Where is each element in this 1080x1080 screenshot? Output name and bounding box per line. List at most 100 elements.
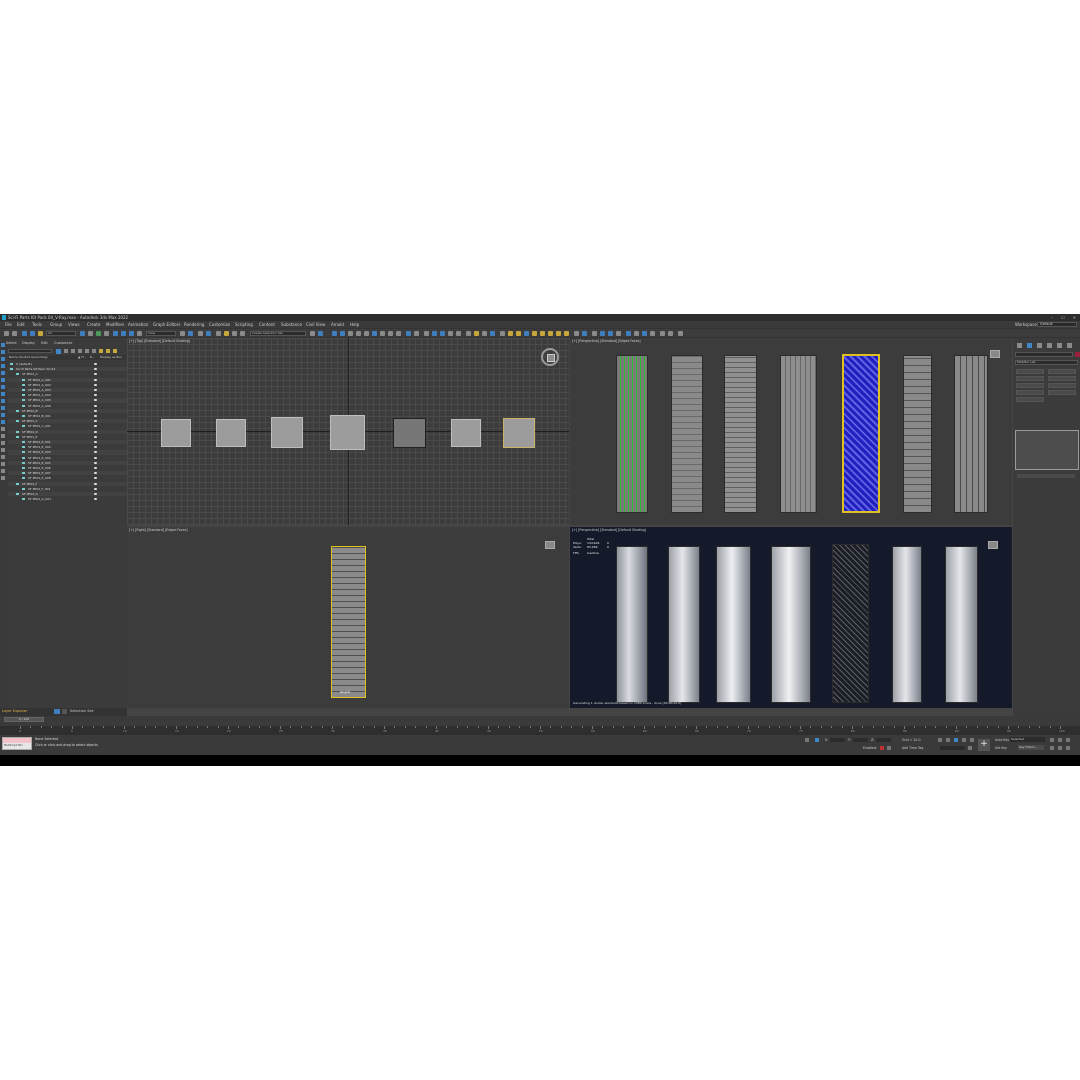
vray-interactive-icon[interactable] <box>440 331 445 336</box>
part-top-a[interactable] <box>161 419 191 447</box>
visibility-eye-icon[interactable] <box>10 368 13 371</box>
tab-edit[interactable]: Edit <box>41 341 48 345</box>
selection-filter-dropdown[interactable]: All <box>46 331 76 336</box>
modifier-button-9[interactable] <box>1016 397 1044 402</box>
viewport-right[interactable]: [+] [Right] [Standard] [Edged Faces] [Ri… <box>127 527 569 708</box>
sort-layers-icon[interactable] <box>64 349 68 353</box>
key-filters-button[interactable]: Key Filters... <box>1018 745 1044 750</box>
render-toggle-icon[interactable] <box>94 404 97 407</box>
display-xrefs-icon[interactable] <box>1 413 5 417</box>
visibility-eye-icon[interactable] <box>16 420 19 423</box>
viewcube-icon[interactable] <box>990 350 1000 358</box>
select-move-icon[interactable] <box>113 331 118 336</box>
time-slider[interactable]: 0 / 100 <box>4 717 44 722</box>
workspaces-dropdown[interactable]: Default <box>1037 322 1077 327</box>
select-manipulate-icon[interactable] <box>188 331 193 336</box>
tree-row[interactable]: SF PP04_E_002 <box>8 445 132 449</box>
key-mode-dropdown[interactable]: Selected <box>1010 737 1045 742</box>
render-in-cloud-icon[interactable] <box>406 331 411 336</box>
visibility-eye-icon[interactable] <box>22 472 25 475</box>
redo-icon[interactable] <box>12 331 17 336</box>
modify-tab-icon[interactable] <box>1027 343 1032 348</box>
tree-row[interactable]: SF PP04_F_001 <box>8 487 132 491</box>
object-name-field[interactable] <box>1015 352 1073 357</box>
previous-frame-icon[interactable] <box>946 738 950 742</box>
vray-denoiser-icon[interactable] <box>642 331 647 336</box>
undo-icon[interactable] <box>4 331 9 336</box>
menu-arnold[interactable]: Arnold <box>331 322 344 327</box>
viewport-top[interactable]: [+] [Top] [Standard] [Default Shading] <box>127 338 569 525</box>
x-coord-field[interactable] <box>830 738 845 742</box>
z-coord-field[interactable] <box>876 738 891 742</box>
pillar-shaded-3[interactable] <box>716 546 751 703</box>
hide-icon[interactable] <box>113 349 117 353</box>
menu-edit[interactable]: Edit <box>17 322 25 327</box>
pillar-3[interactable] <box>724 355 757 513</box>
viewport-perspective-shaded[interactable]: [+] [Perspective] [Standard] [Default Sh… <box>570 527 1012 708</box>
invert-selection-icon[interactable] <box>1 357 5 361</box>
unlink-icon[interactable] <box>30 331 35 336</box>
render-toggle-icon[interactable] <box>94 461 97 464</box>
viewport-label[interactable]: [+] [Perspective] [Standard] [Default Sh… <box>572 528 646 532</box>
tree-row[interactable]: SF PP04_E_008 <box>8 476 132 480</box>
pin-icon[interactable] <box>62 709 67 714</box>
tab-select[interactable]: Select <box>6 341 17 345</box>
vray-mesh-export-icon[interactable] <box>516 331 521 336</box>
current-frame-field[interactable] <box>940 746 965 750</box>
lock-cell-editing-icon[interactable] <box>1 469 5 473</box>
vray-proxy-icon[interactable] <box>482 331 487 336</box>
visibility-eye-icon[interactable] <box>10 363 13 365</box>
motion-tab-icon[interactable] <box>1047 343 1052 348</box>
modifier-button-2[interactable] <box>1048 369 1076 374</box>
pillar-right-view-selected[interactable] <box>331 546 366 698</box>
menu-create[interactable]: Create <box>87 322 100 327</box>
stack-controls[interactable] <box>1017 474 1075 478</box>
tree-row[interactable]: SF PP04_C <box>8 419 132 424</box>
menu-file[interactable]: File <box>5 322 12 327</box>
menu-scripting[interactable]: Scripting <box>235 322 253 327</box>
render-toggle-icon[interactable] <box>94 456 97 459</box>
keyboard-shortcut-icon[interactable] <box>198 331 203 336</box>
filter-icon[interactable] <box>1 476 5 480</box>
vray-volume-grid-icon[interactable] <box>600 331 605 336</box>
pillar-wire-blue-selected[interactable] <box>842 354 880 513</box>
pillar-shaded-1[interactable] <box>616 546 648 703</box>
menu-views[interactable]: Views <box>68 322 80 327</box>
freeze-icon[interactable] <box>99 349 103 353</box>
render-toggle-icon[interactable] <box>94 389 97 391</box>
visibility-eye-icon[interactable] <box>22 451 25 454</box>
display-tab-icon[interactable] <box>1057 343 1062 348</box>
unfreeze-icon[interactable] <box>106 349 110 353</box>
render-toggle-icon[interactable] <box>94 415 97 417</box>
edit-named-selection-icon[interactable] <box>240 331 245 336</box>
y-coord-field[interactable] <box>853 738 868 742</box>
toolbar-options-icon[interactable] <box>678 331 683 336</box>
menu-group[interactable]: Group <box>50 322 62 327</box>
render-toggle-icon[interactable] <box>94 399 97 402</box>
visibility-eye-icon[interactable] <box>16 430 19 433</box>
tree-row[interactable]: SF PP04_G_001 <box>8 497 132 501</box>
viewport-perspective-edged[interactable]: [+] [Perspective] [Standard] [Edged Face… <box>570 338 1012 525</box>
go-to-start-icon[interactable] <box>938 738 942 742</box>
pillar-shaded-5[interactable] <box>832 544 869 703</box>
render-toggle-icon[interactable] <box>94 498 97 501</box>
vray-enmesh-icon[interactable] <box>608 331 613 336</box>
placement-icon[interactable] <box>137 331 142 336</box>
menu-customize[interactable]: Customize <box>209 322 230 327</box>
menu-rendering[interactable]: Rendering <box>184 322 204 327</box>
reference-coordinate-dropdown[interactable]: View <box>146 331 176 336</box>
pillar-2[interactable] <box>671 355 703 513</box>
percent-snap-icon[interactable] <box>224 331 229 336</box>
curve-editor-icon[interactable] <box>356 331 361 336</box>
mirror-icon[interactable] <box>310 331 315 336</box>
visibility-eye-icon[interactable] <box>22 441 25 443</box>
visibility-eye-icon[interactable] <box>16 493 19 495</box>
toggle-layer-explorer-icon[interactable] <box>340 331 345 336</box>
pan-view-icon[interactable] <box>1058 746 1062 750</box>
visibility-eye-icon[interactable] <box>22 477 25 480</box>
close-button[interactable]: ✕ <box>1073 315 1076 320</box>
render-toggle-icon[interactable] <box>94 368 97 371</box>
layer-mode-button[interactable] <box>54 709 60 714</box>
modifier-button-5[interactable] <box>1016 383 1044 388</box>
menu-modifiers[interactable]: Modifiers <box>106 322 124 327</box>
